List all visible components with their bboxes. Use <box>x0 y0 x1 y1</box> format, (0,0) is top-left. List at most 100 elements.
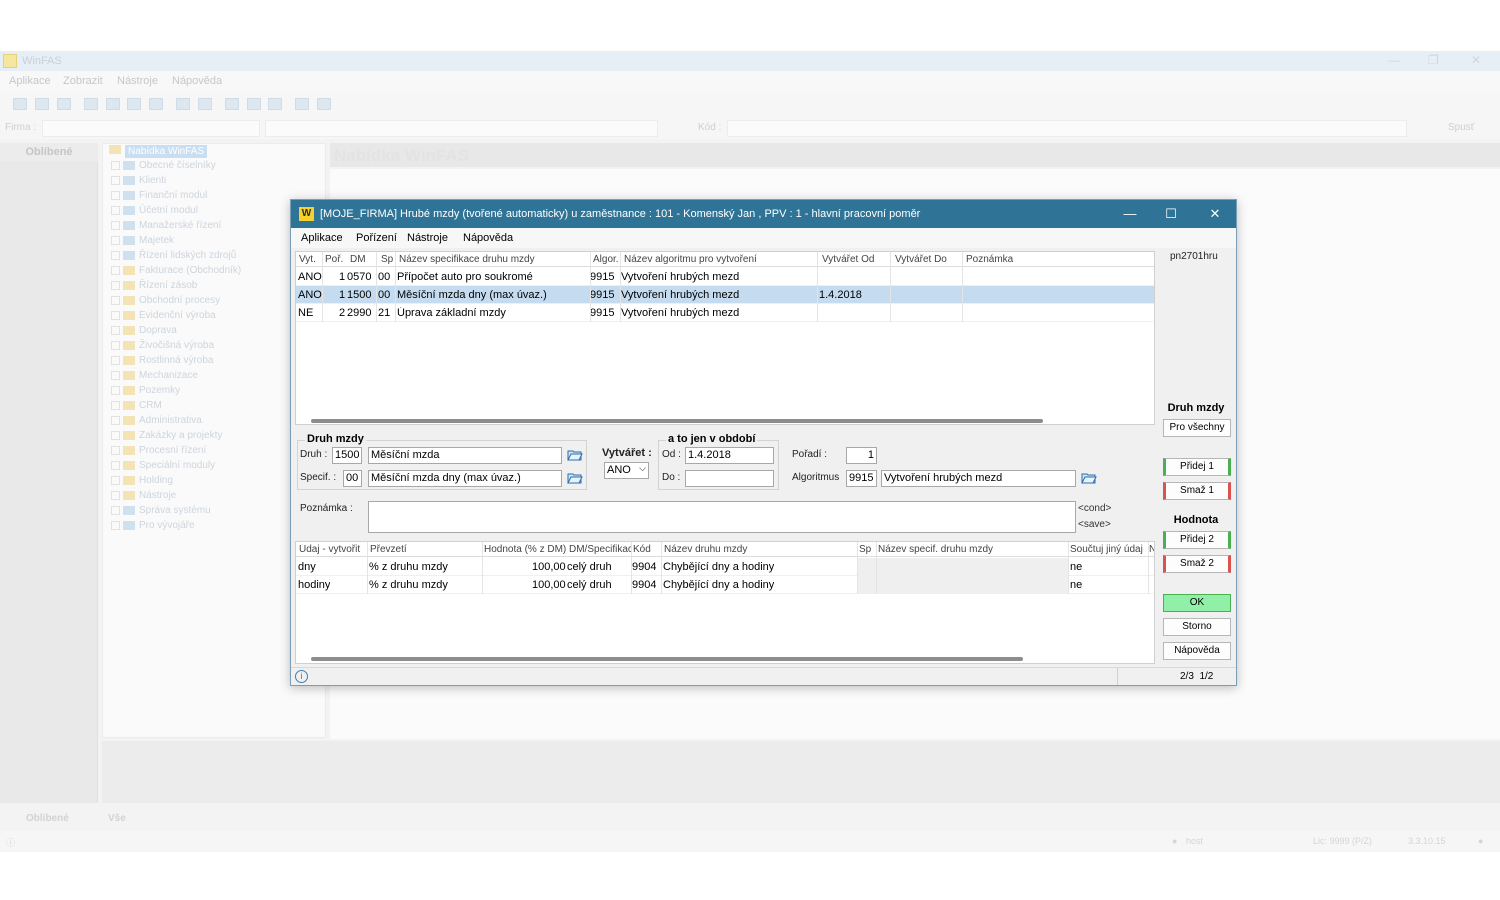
tab-vse[interactable]: Vše <box>108 813 126 824</box>
col-prevzeti[interactable]: Převzetí <box>370 544 480 555</box>
cond-tag[interactable]: <cond> <box>1078 503 1111 514</box>
algoritmus-code-input[interactable]: 9915 <box>846 470 877 487</box>
tree-item[interactable]: Zakázky a projekty <box>111 430 222 444</box>
col-vyt[interactable]: Vyt. <box>299 254 316 265</box>
tree-item[interactable]: Obchodní procesy <box>111 295 220 309</box>
tree-item[interactable]: Nástroje <box>111 490 176 504</box>
toolbar-window-icon[interactable] <box>57 98 71 110</box>
close-icon[interactable]: ✕ <box>1471 53 1481 67</box>
smaz-2-button[interactable]: Smaž 2 <box>1163 555 1231 573</box>
tree-item[interactable]: Obecné číselníky <box>111 160 216 174</box>
status-settings-icon[interactable]: ● <box>1478 836 1483 846</box>
toolbar-copy-icon[interactable] <box>106 98 120 110</box>
horizontal-scrollbar[interactable] <box>311 419 1043 423</box>
info-icon[interactable]: i <box>295 670 308 683</box>
menu-nastroje[interactable]: Nástroje <box>117 75 158 87</box>
menu-nastroje[interactable]: Nástroje <box>407 232 448 244</box>
table-row[interactable]: NE 2 2990 21 Úprava základní mzdy 9915 V… <box>296 304 1154 322</box>
col-nazev-spec[interactable]: Název specifikace druhu mzdy <box>399 254 535 265</box>
favorites-header[interactable]: Oblíbené <box>0 143 98 161</box>
tree-item[interactable]: Účetní modul <box>111 205 198 219</box>
col-dm[interactable]: DM <box>350 254 366 265</box>
toolbar-window-icon[interactable] <box>35 98 49 110</box>
toolbar-list-icon[interactable] <box>198 98 212 110</box>
tree-item[interactable]: Fakturace (Obchodník) <box>111 265 241 279</box>
close-icon[interactable]: ✕ <box>1201 204 1229 224</box>
specif-name-input[interactable]: Měsíční mzda dny (max úvaz.) <box>368 470 562 487</box>
col-hodnota[interactable]: Hodnota (% z DM) <box>484 544 568 555</box>
col-kod[interactable]: Kód <box>633 544 661 555</box>
save-tag[interactable]: <save> <box>1078 519 1111 530</box>
tree-item[interactable]: CRM <box>111 400 162 414</box>
col-n[interactable]: N <box>1149 544 1154 555</box>
menu-aplikace[interactable]: Aplikace <box>301 232 343 244</box>
toolbar-line-icon[interactable] <box>247 98 261 110</box>
folder-open-icon[interactable] <box>567 471 583 485</box>
tree-item[interactable]: Pro vývojáře <box>111 520 195 534</box>
vytvaret-select[interactable]: ANO ⌵ <box>604 462 649 479</box>
toolbar-help-icon[interactable] <box>317 98 331 110</box>
toolbar-up-icon[interactable] <box>149 98 163 110</box>
col-poznamka[interactable]: Poznámka <box>966 254 1013 265</box>
col-udaj[interactable]: Údaj - vytvořit <box>299 544 369 555</box>
poznamka-textarea[interactable] <box>368 501 1076 533</box>
maximize-icon[interactable]: ☐ <box>1157 204 1185 224</box>
col-algor[interactable]: Algor. <box>593 254 619 265</box>
restore-icon[interactable]: ❐ <box>1428 53 1439 67</box>
table-row[interactable]: ANO 1 0570 00 Přípočet auto pro soukromé… <box>296 268 1154 286</box>
tree-item[interactable]: Klienti <box>111 175 166 189</box>
druh-code-input[interactable]: 1500 <box>332 447 362 464</box>
menu-zobrazit[interactable]: Zobrazit <box>63 75 103 87</box>
tree-item[interactable]: Správa systému <box>111 505 211 519</box>
tab-oblibene[interactable]: Oblíbené <box>26 813 69 824</box>
tree-item[interactable]: Majetek <box>111 235 174 249</box>
kod-input[interactable] <box>727 120 1407 137</box>
tree-item[interactable]: Mechanizace <box>111 370 198 384</box>
tree-item[interactable]: Řízení zásob <box>111 280 197 294</box>
minimize-icon[interactable]: — <box>1116 204 1144 224</box>
toolbar-refresh-icon[interactable] <box>127 98 141 110</box>
tree-item[interactable]: Speciální moduly <box>111 460 215 474</box>
tree-item[interactable]: Finanční modul <box>111 190 207 204</box>
col-por[interactable]: Poř. <box>325 254 343 265</box>
col-sp[interactable]: Sp <box>859 544 875 555</box>
pridej-2-button[interactable]: Přidej 2 <box>1163 531 1231 549</box>
col-vytvaret-do[interactable]: Vytvářet Do <box>895 254 947 265</box>
menu-aplikace[interactable]: Aplikace <box>9 75 51 87</box>
tree-item[interactable]: Rostlinná výroba <box>111 355 213 369</box>
specif-code-input[interactable]: 00 <box>343 470 362 487</box>
napoveda-button[interactable]: Nápověda <box>1163 642 1231 660</box>
pro-vsechny-button[interactable]: Pro všechny <box>1163 419 1231 437</box>
toolbar-monitor-icon[interactable] <box>295 98 309 110</box>
tree-item[interactable]: Holding <box>111 475 173 489</box>
tree-item[interactable]: Živočišná výroba <box>111 340 214 354</box>
firma-input[interactable] <box>42 120 260 137</box>
spust-button[interactable]: Spusť <box>1448 122 1475 133</box>
col-sp[interactable]: Sp <box>381 254 393 265</box>
col-dm-spec[interactable]: DM/Specifikace <box>569 544 631 555</box>
menu-napoveda[interactable]: Nápověda <box>172 75 222 87</box>
horizontal-scrollbar[interactable] <box>311 657 1023 661</box>
table-row-selected[interactable]: ANO 1 1500 00 Měsíční mzda dny (max úvaz… <box>296 286 1154 304</box>
minimize-icon[interactable]: — <box>1388 53 1400 67</box>
druh-name-input[interactable]: Měsíční mzda <box>368 447 562 464</box>
col-nazev-druhu[interactable]: Název druhu mzdy <box>664 544 854 555</box>
pridej-1-button[interactable]: Přidej 1 <box>1163 458 1231 476</box>
tree-item[interactable]: Pozemky <box>111 385 180 399</box>
folder-open-icon[interactable] <box>1081 471 1097 485</box>
tree-item[interactable]: Doprava <box>111 325 177 339</box>
algoritmus-name-input[interactable]: Vytvoření hrubých mezd <box>881 470 1076 487</box>
ok-button[interactable]: OK <box>1163 594 1231 612</box>
tree-item[interactable]: Procesní řízení <box>111 445 206 459</box>
folder-open-icon[interactable] <box>567 448 583 462</box>
tree-root[interactable]: Nabídka WinFAS <box>109 145 208 158</box>
toolbar-star-icon[interactable] <box>225 98 239 110</box>
col-soucet[interactable]: Součtuj jiný údaj <box>1070 544 1148 555</box>
tree-item[interactable]: Řízení lidských zdrojů <box>111 250 236 264</box>
toolbar-back-icon[interactable] <box>84 98 98 110</box>
toolbar-window-icon[interactable] <box>13 98 27 110</box>
toolbar-gear-icon[interactable] <box>268 98 282 110</box>
firma-name-input[interactable] <box>265 120 658 137</box>
tree-item[interactable]: Manažerské řízení <box>111 220 221 234</box>
od-input[interactable]: 1.4.2018 <box>685 447 774 464</box>
